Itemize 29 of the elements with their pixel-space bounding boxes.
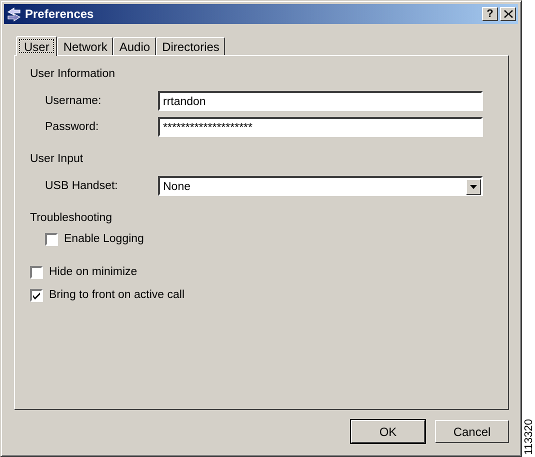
- section-title: User Input: [30, 152, 84, 166]
- window-title: Preferences: [25, 7, 95, 21]
- dropdown[interactable]: None: [158, 176, 483, 196]
- check-icon: [32, 290, 41, 300]
- caret-icon: [470, 185, 477, 189]
- input-field[interactable]: rrtandon: [158, 91, 483, 111]
- checkbox-label[interactable]: Hide on minimize: [49, 266, 138, 278]
- checkbox[interactable]: [45, 232, 58, 246]
- tab[interactable]: Network: [57, 37, 114, 55]
- section-title: User Information: [30, 67, 116, 81]
- field-label: Password:: [45, 121, 100, 133]
- checkbox-label[interactable]: Enable Logging: [64, 233, 144, 245]
- field-label: Username:: [45, 95, 102, 107]
- tab[interactable]: Directories: [156, 37, 226, 55]
- checkbox-label[interactable]: Bring to front on active call: [49, 289, 185, 301]
- close-icon: [504, 10, 512, 18]
- checkbox[interactable]: [30, 288, 43, 302]
- help-button[interactable]: ?: [482, 7, 498, 21]
- input-field[interactable]: ********************: [158, 117, 483, 137]
- checkbox[interactable]: [30, 266, 43, 278]
- figure-number: 113320: [522, 419, 534, 455]
- tab[interactable]: Audio: [113, 37, 156, 55]
- close-button[interactable]: [500, 7, 516, 21]
- tab[interactable]: User: [16, 36, 58, 56]
- field-label: USB Handset:: [45, 180, 119, 192]
- section-title: Troubleshooting: [30, 211, 114, 225]
- cancel-button[interactable]: Cancel: [435, 420, 509, 443]
- arrows-icon: [6, 6, 22, 22]
- ok-button[interactable]: OK: [351, 420, 425, 443]
